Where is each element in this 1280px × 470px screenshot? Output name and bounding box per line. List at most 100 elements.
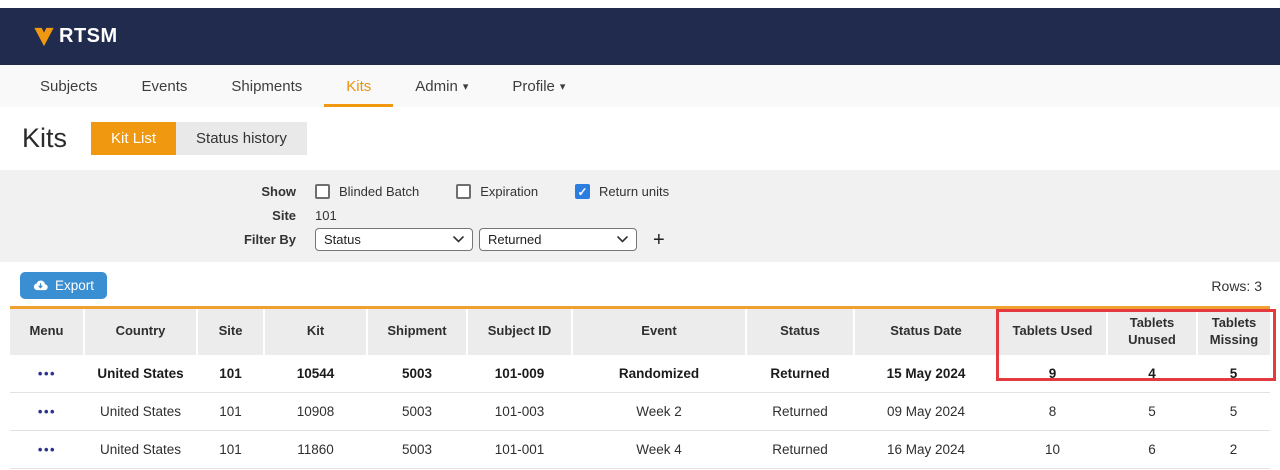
column-header-subject-id: Subject ID [467,308,572,355]
tab-status-history[interactable]: Status history [176,122,307,155]
cell-status-date: 16 May 2024 [854,430,998,468]
filter-by-label: Filter By [0,232,296,247]
column-header-event: Event [572,308,746,355]
checkbox-label: Return units [599,184,669,199]
filter-panel: Show Blinded Batch Expiration ✓ Return unit… [0,170,1280,262]
logo-v-icon [33,26,55,48]
cell-status: Returned [746,392,854,430]
filter-value-select[interactable]: Returned [479,228,637,251]
menu-cell: ••• [10,392,84,430]
cell-tablets-missing: 5 [1197,355,1270,393]
page-title: Kits [22,123,67,154]
cell-status-date: 09 May 2024 [854,392,998,430]
table-row: •••United States101105445003101-009Rando… [10,355,1270,393]
menu-cell: ••• [10,430,84,468]
cell-kit: 10908 [264,392,367,430]
table-body: •••United States101105445003101-009Rando… [10,355,1270,469]
cell-tablets-unused: 4 [1107,355,1197,393]
nav-item-admin[interactable]: Admin▾ [393,65,490,107]
app-logo: RTSM [33,25,118,48]
show-label: Show [0,184,296,199]
cell-site: 101 [197,355,264,393]
site-label: Site [0,208,296,223]
site-filter-row: Site 101 [0,204,1280,227]
cell-tablets-used: 8 [998,392,1107,430]
cell-country: United States [84,430,197,468]
add-filter-button[interactable]: + [653,230,665,250]
chevron-down-icon [617,236,628,243]
checkbox-checked-icon[interactable]: ✓ [575,184,590,199]
cell-country: United States [84,392,197,430]
cell-tablets-used: 10 [998,430,1107,468]
chevron-down-icon [453,236,464,243]
checkbox-label: Blinded Batch [339,184,419,199]
row-menu-button[interactable]: ••• [38,404,56,419]
kits-table: MenuCountrySiteKitShipmentSubject IDEven… [10,306,1270,469]
column-header-kit: Kit [264,308,367,355]
column-header-shipment: Shipment [367,308,467,355]
column-header-site: Site [197,308,264,355]
column-header-country: Country [84,308,197,355]
cell-kit: 11860 [264,430,367,468]
cell-event: Week 2 [572,392,746,430]
app-header: RTSM [0,8,1280,65]
cloud-download-icon [33,280,48,291]
filter-value: Returned [488,232,541,247]
row-menu-button[interactable]: ••• [38,442,56,457]
chevron-down-icon: ▾ [560,80,566,93]
cell-status: Returned [746,355,854,393]
cell-subject-id: 101-003 [467,392,572,430]
cell-kit: 10544 [264,355,367,393]
cell-status-date: 15 May 2024 [854,355,998,393]
cell-status: Returned [746,430,854,468]
cell-tablets-unused: 6 [1107,430,1197,468]
main-nav: SubjectsEventsShipmentsKitsAdmin▾Profile… [0,65,1280,107]
filter-field-value: Status [324,232,361,247]
chevron-down-icon: ▾ [463,80,469,93]
cell-tablets-missing: 5 [1197,392,1270,430]
cell-shipment: 5003 [367,392,467,430]
cell-site: 101 [197,392,264,430]
column-header-status-date: Status Date [854,308,998,355]
tab-kit-list[interactable]: Kit List [91,122,176,155]
cell-tablets-used: 9 [998,355,1107,393]
nav-item-subjects[interactable]: Subjects [18,65,120,107]
view-toggle: Kit List Status history [91,122,307,155]
column-header-tablets-used: Tablets Used [998,308,1107,355]
cell-event: Week 4 [572,430,746,468]
show-filter-row: Show Blinded Batch Expiration ✓ Return unit… [0,180,1280,203]
table-header-row: MenuCountrySiteKitShipmentSubject IDEven… [10,308,1270,355]
cell-shipment: 5003 [367,355,467,393]
nav-item-shipments[interactable]: Shipments [209,65,324,107]
page-heading-row: Kits Kit List Status history [22,122,1280,155]
column-header-tablets-missing: Tablets Missing [1197,308,1270,355]
nav-item-kits[interactable]: Kits [324,65,393,107]
column-header-tablets-unused: Tablets Unused [1107,308,1197,355]
rows-count: Rows: 3 [1211,278,1262,294]
table-row: ••• United States101109085003101-003Week … [10,392,1270,430]
filter-by-row: Filter By Status Returned + [0,228,1280,251]
logo-text: RTSM [59,25,118,48]
cell-tablets-missing: 2 [1197,430,1270,468]
cell-event: Randomized [572,355,746,393]
cell-site: 101 [197,430,264,468]
site-value: 101 [315,208,337,223]
checkbox-unchecked-icon[interactable] [315,184,330,199]
column-header-menu: Menu [10,308,84,355]
nav-item-profile[interactable]: Profile▾ [490,65,587,107]
row-menu-button[interactable]: ••• [38,366,56,381]
checkbox-blinded-batch[interactable]: Blinded Batch [315,184,419,199]
checkbox-expiration[interactable]: Expiration [456,184,538,199]
checkbox-return-units[interactable]: ✓ Return units [575,184,669,199]
cell-tablets-unused: 5 [1107,392,1197,430]
table-row: ••• United States101118605003101-001Week … [10,430,1270,468]
export-button[interactable]: Export [20,272,107,299]
cell-shipment: 5003 [367,430,467,468]
checkbox-unchecked-icon[interactable] [456,184,471,199]
cell-subject-id: 101-001 [467,430,572,468]
filter-field-select[interactable]: Status [315,228,473,251]
export-label: Export [55,278,94,293]
table-toolbar: Export Rows: 3 [20,272,1262,299]
nav-item-events[interactable]: Events [120,65,210,107]
show-checkboxes: Blinded Batch Expiration ✓ Return units [315,184,706,199]
